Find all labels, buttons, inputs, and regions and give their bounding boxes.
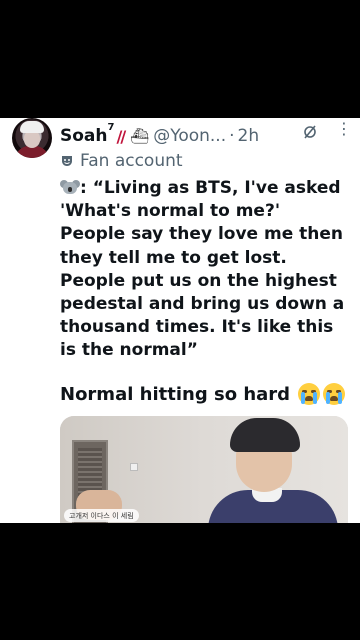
tweet-text: : “Living as BTS, I've asked 'What's nor… [60, 177, 350, 363]
fan-account-label: Fan account [60, 151, 183, 171]
crying-face-icon [323, 383, 346, 405]
theater-masks-icon [62, 156, 72, 166]
video-tag: 고개저 이다스 이 세림 [64, 509, 139, 522]
tweet-card[interactable]: Soah7 // ⛴ @Yoon... · 2h ⋮ Fan account :… [0, 118, 360, 523]
person-hair [230, 418, 300, 452]
author-name[interactable]: Soah7 [60, 122, 114, 146]
ship-icon: ⛴ [130, 127, 150, 145]
author-handle[interactable]: @Yoon... [153, 126, 226, 146]
avatar-hair [20, 121, 44, 133]
koala-icon [60, 179, 80, 195]
bottom-letterbox [0, 523, 360, 640]
avatar[interactable] [12, 118, 52, 158]
grok-icon[interactable] [302, 124, 318, 140]
tweet-video[interactable]: 고개저 이다스 이 세림 [60, 416, 348, 523]
fan-account-text: Fan account [80, 151, 183, 171]
video-person [208, 416, 338, 523]
post-time[interactable]: 2h [238, 126, 260, 146]
video-light-switch [130, 463, 138, 471]
red-slash-icon: // [116, 126, 126, 146]
crying-face-icon [298, 383, 321, 405]
tweet-second-line: Normal hitting so hard [60, 383, 346, 405]
separator-dot: · [229, 126, 235, 146]
more-options-icon[interactable]: ⋮ [336, 121, 352, 137]
top-letterbox [0, 0, 360, 118]
tweet-quote: : “Living as BTS, I've asked 'What's nor… [60, 178, 345, 361]
author-superscript: 7 [107, 122, 115, 133]
second-line-text: Normal hitting so hard [60, 383, 291, 405]
